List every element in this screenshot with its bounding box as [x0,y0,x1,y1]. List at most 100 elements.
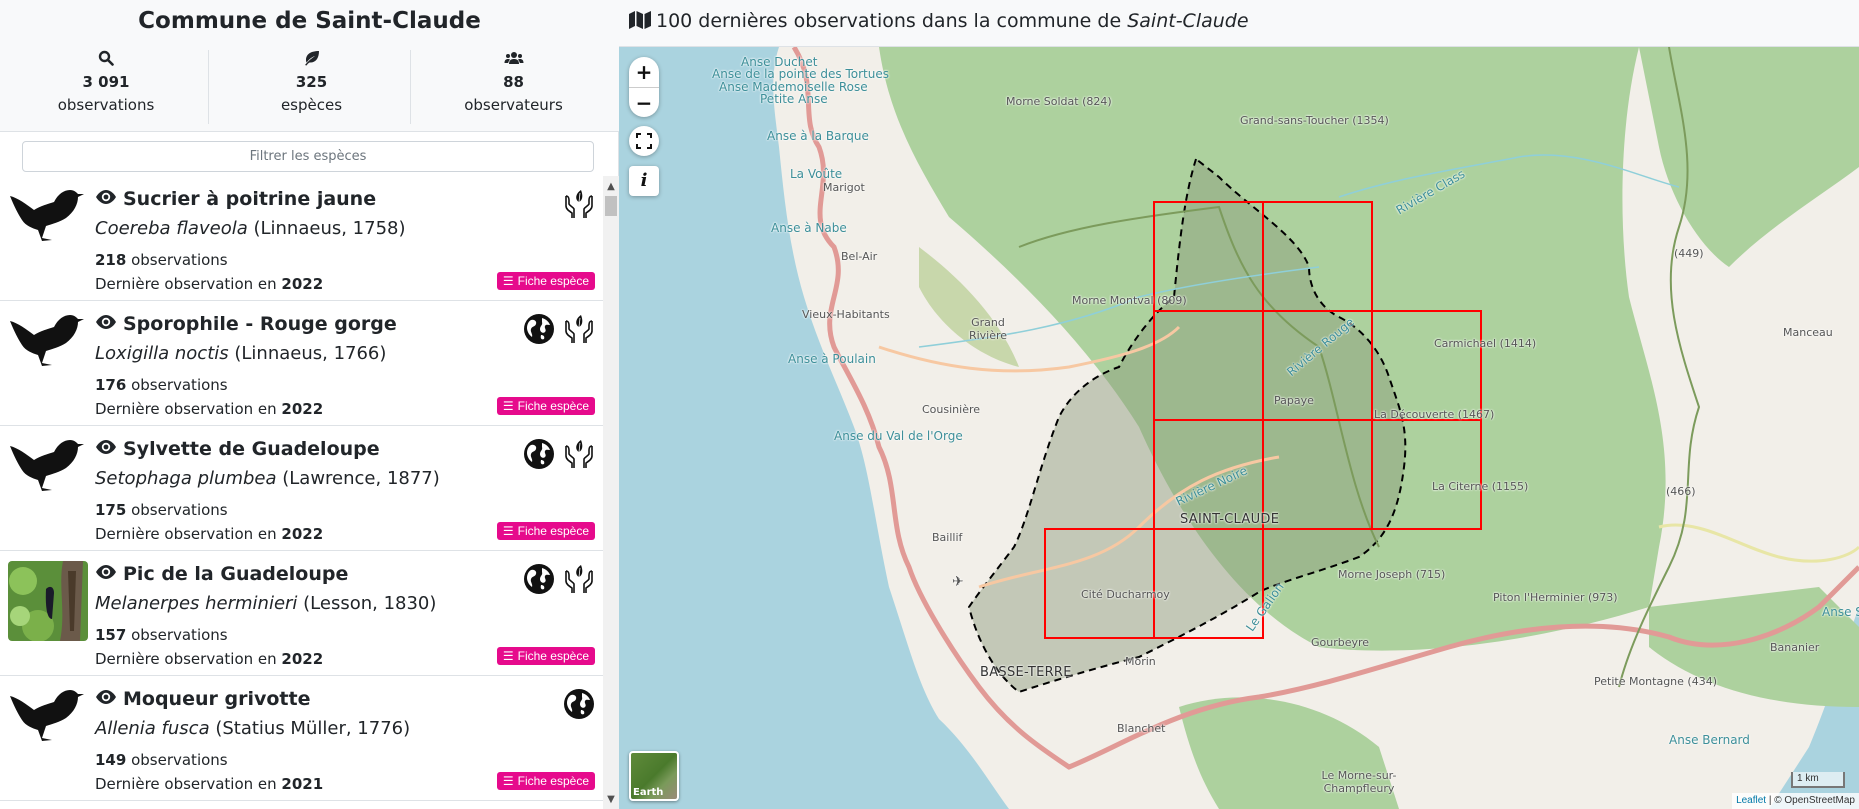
count-label: observations [126,626,228,644]
last-observation: Dernière observation en 2022 [95,650,323,668]
count-value: 157 [95,626,127,644]
zoom-in-button[interactable]: + [629,57,659,87]
list-icon: ☰ [502,774,514,788]
observation-grid [1044,201,1482,639]
species-vernacular-name[interactable]: Sucrier à poitrine jaune [95,188,376,210]
map-label: BASSE-TERRE [980,665,1072,680]
map-label: Anse Bernard [1669,733,1750,747]
count-value: 218 [95,251,127,269]
species-list: Sucrier à poitrine jaune Coereba flaveola… [0,176,603,809]
info-button[interactable]: i [629,166,659,196]
map-label: Manceau [1783,326,1833,339]
last-label: Dernière observation en [95,775,282,793]
map-label: Anse à Poulain [788,352,876,366]
species-badges [523,563,595,595]
list-icon: ☰ [502,524,514,538]
fullscreen-button[interactable] [629,126,659,156]
airport-icon: ✈ [952,574,964,590]
species-list-item[interactable]: Sucrier à poitrine jaune Coereba flaveola… [0,176,603,301]
author-text: (Linnaeus, 1766) [228,343,387,364]
species-vernacular-name[interactable]: Moqueur grivotte [95,688,310,710]
fiche-espece-button[interactable]: ☰ Fiche espèce [496,522,595,540]
users-icon [411,50,616,70]
scientific-text: Setophaga plumbea [95,468,277,489]
species-vernacular-name[interactable]: Sporophile - Rouge gorge [95,313,397,335]
stat-value: 325 [295,73,328,91]
observation-count: 218 observations [95,251,228,269]
map-label: Piton l'Herminier (973) [1493,591,1618,604]
commune-header: Commune de Saint-Claude 3 091 observatio… [0,0,619,132]
species-filter-input[interactable] [22,141,594,172]
species-scientific-name: Coereba flaveola (Linnaeus, 1758) [95,218,406,239]
scientific-text: Allenia fusca [95,718,210,739]
grid-cell[interactable] [1262,201,1373,312]
leaf-icon [209,50,414,70]
observation-count: 149 observations [95,751,228,769]
zoom-out-button[interactable]: − [629,87,659,117]
observation-count: 175 observations [95,501,228,519]
species-list-item[interactable]: Pic de la Guadeloupe Melanerpes herminier… [0,551,603,676]
count-value: 176 [95,376,127,394]
fiche-espece-button[interactable]: ☰ Fiche espèce [496,772,595,790]
scroll-down-arrow[interactable]: ▼ [603,793,619,807]
map-label: Anse à Nabe [771,221,847,235]
map-title-commune: Saint-Claude [1127,10,1249,32]
endemic-globe-icon [523,563,555,595]
count-value: 175 [95,501,127,519]
map-label: Bananier [1770,641,1820,654]
author-text: (Statius Müller, 1776) [209,718,411,739]
species-list-item[interactable]: Sylvette de Guadeloupe Setophaga plumbea … [0,426,603,551]
last-year: 2022 [281,275,324,293]
fiche-label: Fiche espèce [517,399,589,413]
fiche-espece-button[interactable]: ☰ Fiche espèce [496,647,595,665]
species-scientific-name: Allenia fusca (Statius Müller, 1776) [95,718,410,739]
scientific-text: Loxigilla noctis [95,343,229,364]
species-list-scrollbar[interactable]: ▲ ▼ [603,176,619,809]
species-scientific-name: Melanerpes herminieri (Lesson, 1830) [95,593,436,614]
last-observation: Dernière observation en 2021 [95,775,323,793]
protected-icon [563,438,595,470]
map-label: Morne Soldat (824) [1006,95,1112,108]
stat-label: espèces [280,96,343,114]
map-label: Morne Montval (809) [1072,294,1187,307]
grid-cell[interactable] [1044,528,1155,639]
leaflet-link[interactable]: Leaflet [1736,795,1766,806]
map-label: Anse du Val de l'Orge [834,429,963,443]
grid-cell[interactable] [1371,419,1482,530]
stat-observations: 3 091 observations [3,50,209,124]
map-label: Baillif [932,531,963,544]
last-label: Dernière observation en [95,400,282,418]
species-list-item[interactable]: Moqueur grivotte Allenia fusca (Statius M… [0,676,603,801]
species-vernacular-name[interactable]: Pic de la Guadeloupe [95,563,348,585]
map-label: Bel-Air [841,250,878,263]
scroll-thumb[interactable] [605,196,617,216]
fiche-espece-button[interactable]: ☰ Fiche espèce [496,397,595,415]
map-label: (466) [1666,485,1696,498]
layer-switch-earth[interactable]: Earth [629,751,679,801]
species-list-item[interactable]: Sporophile - Rouge gorge Loxigilla noctis… [0,301,603,426]
bird-silhouette-icon [8,686,88,766]
map-label: La Citerne (1155) [1432,480,1529,493]
species-vernacular-name[interactable]: Sylvette de Guadeloupe [95,438,380,460]
list-icon: ☰ [502,274,514,288]
map-title-prefix: 100 dernières observations dans la commu… [656,10,1128,32]
grid-cell[interactable] [1153,310,1264,421]
grid-cell[interactable] [1262,419,1373,530]
map-label: Le Morne-sur-Champfleury [1321,769,1397,795]
map-label: Morin [1125,655,1156,668]
map-label: Marigot [823,181,865,194]
last-label: Dernière observation en [95,650,282,668]
species-badges [523,438,595,470]
map-label: Anse de la pointe des Tortues [712,67,889,81]
map-label: Papaye [1274,394,1314,407]
map-label: Vieux-Habitants [802,308,890,321]
observation-count: 157 observations [95,626,228,644]
grid-cell[interactable] [1371,310,1482,421]
scroll-up-arrow[interactable]: ▲ [603,180,619,194]
map-canvas[interactable]: Anse Duchet Anse de la pointe des Tortue… [619,47,1859,809]
stat-observers: 88 observateurs [410,50,616,124]
zoom-control: + − [629,57,659,117]
search-icon [3,50,209,70]
map-label: Gourbeyre [1311,636,1370,649]
fiche-espece-button[interactable]: ☰ Fiche espèce [496,272,595,290]
